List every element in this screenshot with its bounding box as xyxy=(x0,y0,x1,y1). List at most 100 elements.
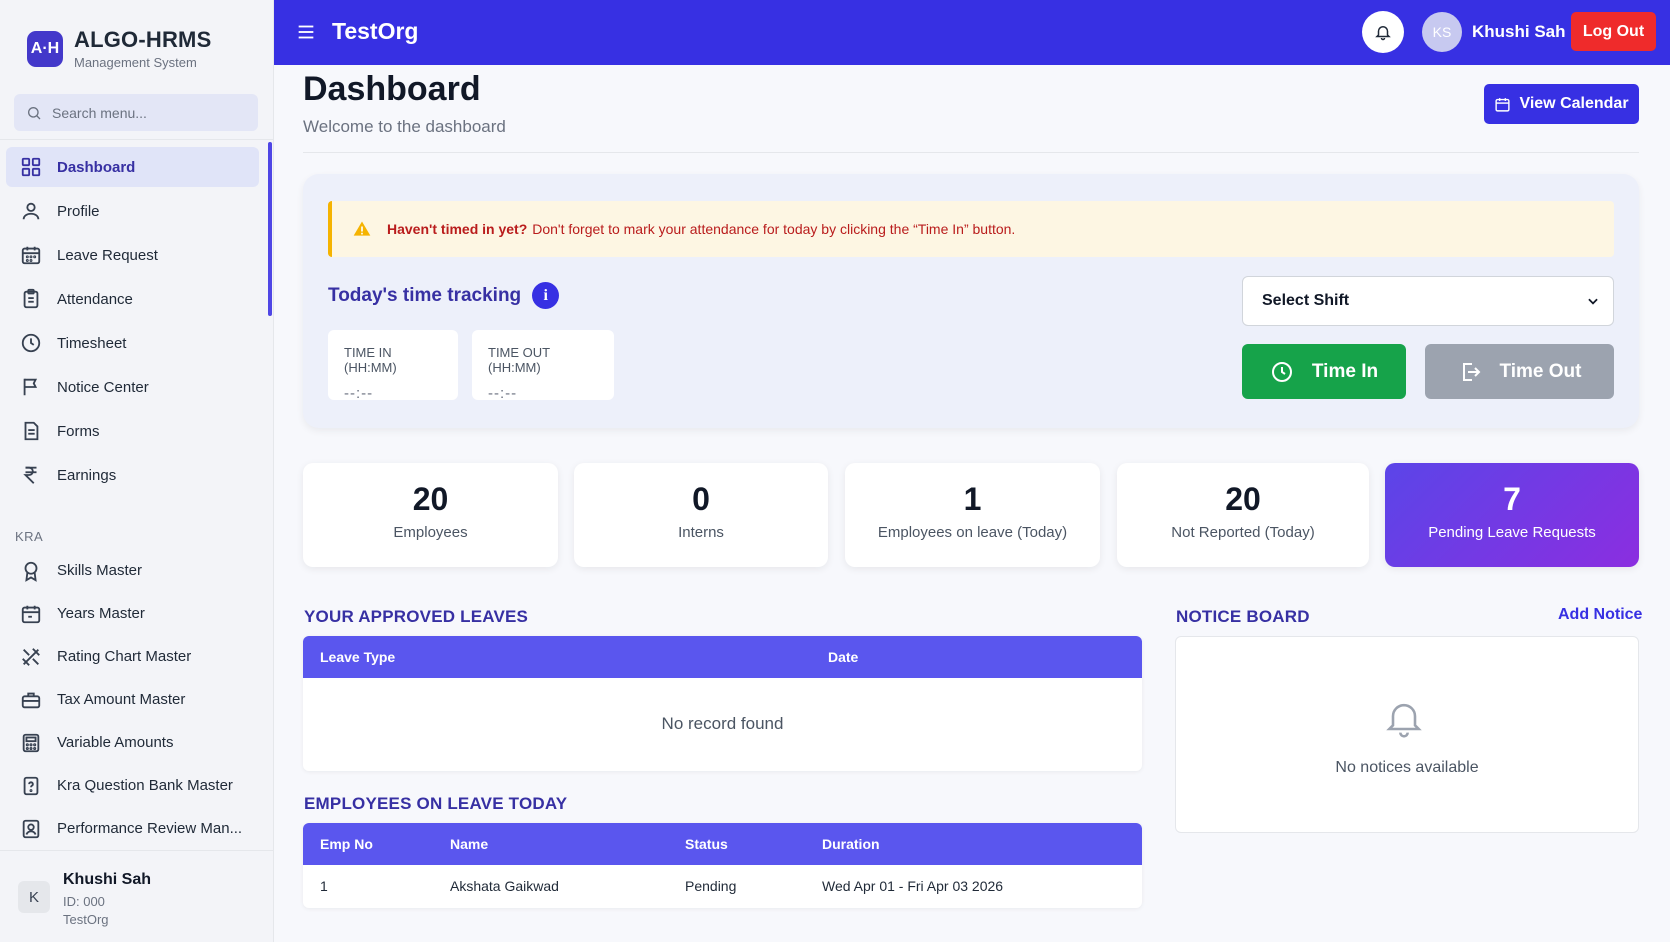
approved-leaves-table: Leave Type Date No record found xyxy=(303,636,1142,771)
add-notice-link[interactable]: Add Notice xyxy=(1558,606,1642,624)
rupee-icon xyxy=(20,464,42,486)
sidebar-item-variable-amounts[interactable]: Variable Amounts xyxy=(6,723,259,762)
sidebar-item-forms[interactable]: Forms xyxy=(6,411,259,451)
hamburger-menu-icon[interactable] xyxy=(295,21,317,43)
brand[interactable]: A·H ALGO-HRMS Management System xyxy=(27,27,211,70)
time-in-button[interactable]: Time In xyxy=(1242,344,1406,399)
table-row[interactable]: 1 Akshata Gaikwad Pending Wed Apr 01 - F… xyxy=(303,865,1142,907)
sidebar-user-card[interactable]: K Khushi Sah ID: 000 TestOrg xyxy=(0,850,274,942)
time-tracking-heading: Today's time tracking xyxy=(328,284,522,306)
sidebar-kra-nav: Skills Master Years Master Rating Chart … xyxy=(6,551,259,852)
sidebar-item-label: Timesheet xyxy=(57,334,127,352)
stat-card-employees[interactable]: 20 Employees xyxy=(303,463,558,567)
sidebar-item-rating-chart-master[interactable]: Rating Chart Master xyxy=(6,637,259,676)
time-tracking-title: Today's time tracking i xyxy=(328,282,560,309)
calculator-icon xyxy=(20,732,42,754)
time-in-label: TIME IN (HH:MM) xyxy=(344,345,397,375)
column-header-name[interactable]: Name xyxy=(450,836,488,852)
user-icon xyxy=(20,200,42,222)
sidebar-item-timesheet[interactable]: Timesheet xyxy=(6,323,259,363)
sidebar-scrollbar[interactable] xyxy=(268,142,272,316)
topbar-user-name[interactable]: Khushi Sah xyxy=(1472,22,1566,42)
user-id: ID: 000 xyxy=(63,894,105,909)
sidebar-item-label: Earnings xyxy=(57,466,117,484)
cell-emp-no: 1 xyxy=(320,878,328,894)
cell-status: Pending xyxy=(685,878,737,894)
sidebar-item-profile[interactable]: Profile xyxy=(6,191,259,231)
clipboard-icon xyxy=(20,288,42,310)
sidebar-item-label: Rating Chart Master xyxy=(57,648,192,665)
stat-value: 0 xyxy=(692,481,710,517)
clock-icon xyxy=(1270,360,1294,384)
search-input[interactable] xyxy=(52,104,242,121)
stat-label: Not Reported (Today) xyxy=(1171,524,1315,541)
sidebar-item-kra-question-bank-master[interactable]: Kra Question Bank Master xyxy=(6,766,259,805)
column-header-date[interactable]: Date xyxy=(828,649,858,665)
chevron-down-icon xyxy=(1586,294,1600,308)
sidebar-item-tax-amount-master[interactable]: Tax Amount Master xyxy=(6,680,259,719)
stat-value: 1 xyxy=(963,481,982,517)
sidebar: A·H ALGO-HRMS Management System Dashboar… xyxy=(0,0,274,942)
sidebar-item-label: Performance Review Man... xyxy=(57,820,243,837)
sidebar-search xyxy=(14,94,258,131)
sidebar-item-label: Kra Question Bank Master xyxy=(57,777,233,794)
table-header: Leave Type Date xyxy=(303,636,1142,678)
sidebar-item-label: Forms xyxy=(57,422,100,440)
notifications-button[interactable] xyxy=(1362,11,1404,53)
avatar[interactable]: KS xyxy=(1422,12,1462,52)
stat-label: Employees xyxy=(393,524,468,541)
column-header-duration[interactable]: Duration xyxy=(822,836,880,852)
time-in-value: --:-- xyxy=(344,385,374,402)
column-header-emp-no[interactable]: Emp No xyxy=(320,836,373,852)
sidebar-nav: Dashboard Profile Leave Request Attendan… xyxy=(6,147,259,499)
sidebar-item-attendance[interactable]: Attendance xyxy=(6,279,259,319)
time-out-button[interactable]: Time Out xyxy=(1425,344,1614,399)
cell-name: Akshata Gaikwad xyxy=(450,878,559,894)
brand-subtitle: Management System xyxy=(74,55,197,70)
info-icon[interactable]: i xyxy=(532,282,560,309)
sidebar-item-label: Profile xyxy=(57,202,100,220)
column-header-leave-type[interactable]: Leave Type xyxy=(320,649,395,665)
stat-value: 20 xyxy=(412,481,449,517)
shift-select-value: Select Shift xyxy=(1262,292,1350,309)
stat-card-employees-on-leave[interactable]: 1 Employees on leave (Today) xyxy=(845,463,1100,567)
time-out-value: --:-- xyxy=(488,385,518,402)
sidebar-item-label: Years Master xyxy=(57,605,145,622)
sidebar-item-label: Notice Center xyxy=(57,378,149,396)
document-icon xyxy=(20,420,42,442)
stat-card-not-reported[interactable]: 20 Not Reported (Today) xyxy=(1117,463,1369,567)
avatar: K xyxy=(18,881,50,913)
calendar-icon xyxy=(1494,96,1511,113)
sidebar-item-earnings[interactable]: Earnings xyxy=(6,455,259,495)
topbar: TestOrg KS Khushi Sah Log Out xyxy=(274,0,1670,65)
view-calendar-button[interactable]: View Calendar xyxy=(1484,84,1639,124)
user-org: TestOrg xyxy=(63,912,109,927)
sidebar-item-performance-review[interactable]: Performance Review Man... xyxy=(6,809,259,848)
sidebar-divider xyxy=(0,139,274,140)
cell-duration: Wed Apr 01 - Fri Apr 03 2026 xyxy=(822,878,1004,894)
header-divider xyxy=(303,152,1639,153)
sidebar-item-dashboard[interactable]: Dashboard xyxy=(6,147,259,187)
stat-card-interns[interactable]: 0 Interns xyxy=(574,463,828,567)
notice-board-title: NOTICE BOARD xyxy=(1176,607,1310,626)
sidebar-item-label: Attendance xyxy=(57,290,133,308)
time-out-box: TIME OUT (HH:MM) --:-- xyxy=(472,330,614,402)
stat-label: Pending Leave Requests xyxy=(1428,524,1596,541)
search-icon xyxy=(26,105,42,121)
sidebar-section-kra: KRA xyxy=(15,529,44,544)
sidebar-item-leave-request[interactable]: Leave Request xyxy=(6,235,259,275)
logout-button[interactable]: Log Out xyxy=(1571,12,1656,51)
sidebar-item-notice-center[interactable]: Notice Center xyxy=(6,367,259,407)
flag-icon xyxy=(20,376,42,398)
sidebar-item-years-master[interactable]: Years Master xyxy=(6,594,259,633)
alert-message: Don't forget to mark your attendance for… xyxy=(532,221,1016,237)
notice-board-card: No notices available xyxy=(1175,636,1639,833)
employees-on-leave-title: EMPLOYEES ON LEAVE TODAY xyxy=(304,794,568,813)
shift-select[interactable]: Select Shift xyxy=(1242,276,1614,326)
warning-icon xyxy=(352,219,372,239)
sidebar-item-skills-master[interactable]: Skills Master xyxy=(6,551,259,590)
column-header-status[interactable]: Status xyxy=(685,836,728,852)
calendar-icon xyxy=(20,603,42,625)
stat-card-pending-leave-requests[interactable]: 7 Pending Leave Requests xyxy=(1385,463,1639,567)
award-icon xyxy=(20,560,42,582)
